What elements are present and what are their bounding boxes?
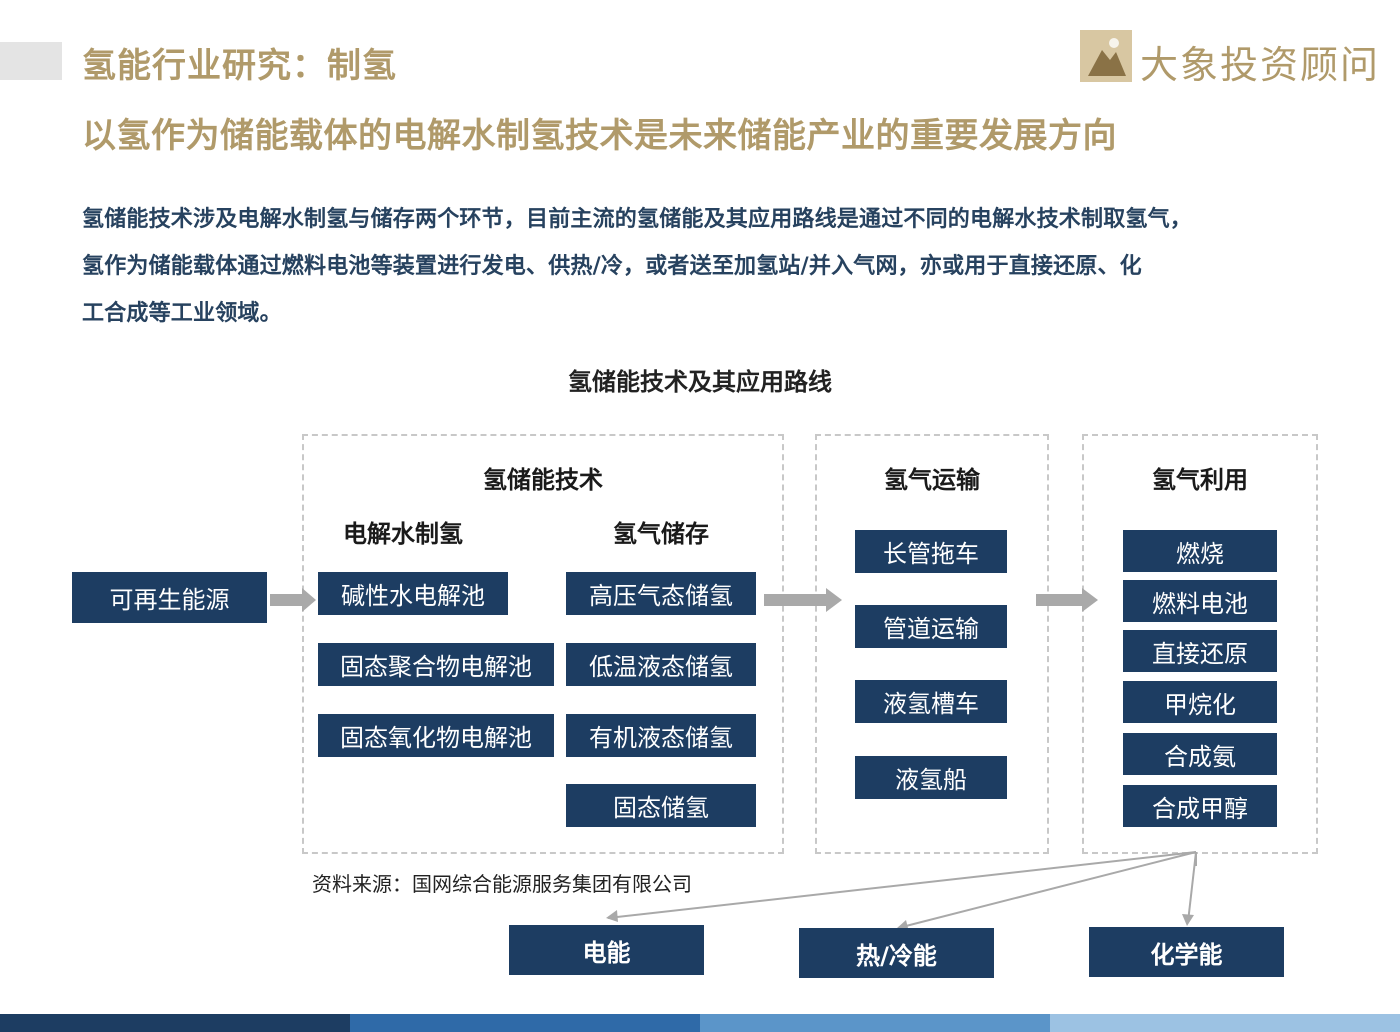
connector-line — [607, 851, 1197, 919]
source-note: 资料来源：国网综合能源服务集团有限公司 — [312, 872, 692, 896]
connector-arrowhead-icon — [606, 910, 618, 922]
footer-stripe — [1050, 1014, 1400, 1032]
flow-arrows — [270, 588, 1197, 932]
footer-stripe — [0, 1014, 350, 1032]
output-chemical-energy: 化学能 — [1089, 927, 1284, 977]
output-heat-cold-energy: 热/冷能 — [799, 928, 994, 978]
flow-arrow-icon — [1036, 588, 1098, 612]
footer-stripe — [350, 1014, 700, 1032]
output-electric-energy: 电能 — [509, 925, 704, 975]
connector-line — [897, 851, 1197, 929]
flow-arrow-icon — [270, 588, 316, 612]
connector-arrowhead-icon — [1182, 914, 1194, 926]
flow-arrow-icon — [764, 588, 842, 612]
connector-line — [1187, 851, 1197, 923]
footer-stripe — [700, 1014, 1050, 1032]
